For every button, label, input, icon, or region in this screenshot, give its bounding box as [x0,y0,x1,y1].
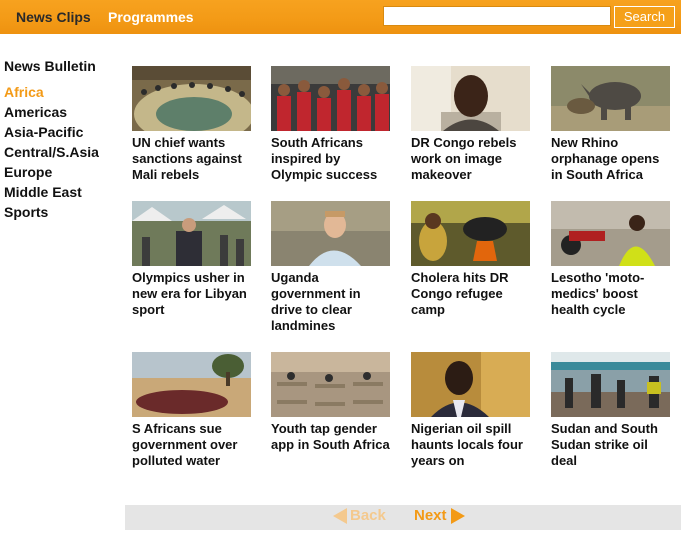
back-button[interactable]: Back [333,507,386,524]
clip-card[interactable]: Olympics usher in new era for Libyan spo… [132,201,254,318]
sidebar-heading: News Bulletin [4,58,96,74]
sidebar: News Bulletin Africa Americas Asia-Pacif… [4,58,99,222]
sidebar-item-europe[interactable]: Europe [4,162,99,182]
clip-card[interactable]: S Africans sue government over polluted … [132,352,254,469]
clip-title[interactable]: UN chief wants sanctions against Mali re… [132,135,254,183]
sidebar-item-central-s-asia[interactable]: Central/S.Asia [4,142,99,162]
clip-title[interactable]: South Africans inspired by Olympic succe… [271,135,393,183]
clip-title[interactable]: Cholera hits DR Congo refugee camp [411,270,533,318]
clip-thumbnail[interactable] [132,201,251,266]
clip-thumbnail[interactable] [551,352,670,417]
clip-thumbnail[interactable] [551,66,670,131]
clip-card[interactable]: Uganda government in drive to clear land… [271,201,393,334]
clip-card[interactable]: DR Congo rebels work on image makeover [411,66,533,183]
clip-title[interactable]: Youth tap gender app in South Africa [271,421,393,453]
back-label: Back [350,507,386,524]
arrow-left-icon [333,507,347,524]
clip-card[interactable]: New Rhino orphanage opens in South Afric… [551,66,673,183]
clip-card[interactable]: Sudan and South Sudan strike oil deal [551,352,673,469]
clip-thumbnail[interactable] [411,201,530,266]
sidebar-item-middle-east[interactable]: Middle East [4,182,99,202]
clip-title[interactable]: Nigerian oil spill haunts locals four ye… [411,421,533,469]
next-label: Next [414,507,447,524]
search-button[interactable]: Search [614,6,675,28]
clip-title[interactable]: Uganda government in drive to clear land… [271,270,393,334]
sidebar-item-americas[interactable]: Americas [4,102,99,122]
clip-thumbnail[interactable] [132,66,251,131]
next-button[interactable]: Next [414,507,465,524]
clip-title[interactable]: S Africans sue government over polluted … [132,421,254,469]
clip-title[interactable]: Olympics usher in new era for Libyan spo… [132,270,254,318]
clip-thumbnail[interactable] [411,66,530,131]
clip-title[interactable]: DR Congo rebels work on image makeover [411,135,533,183]
clip-thumbnail[interactable] [411,352,530,417]
clip-title[interactable]: Sudan and South Sudan strike oil deal [551,421,673,469]
arrow-right-icon [450,507,465,524]
search-input[interactable] [383,6,611,26]
clip-card[interactable]: UN chief wants sanctions against Mali re… [132,66,254,183]
clip-thumbnail[interactable] [271,352,390,417]
clip-title[interactable]: Lesotho 'moto-medics' boost health cycle [551,270,673,318]
clip-thumbnail[interactable] [271,66,390,131]
clip-thumbnail[interactable] [132,352,251,417]
tab-news-clips[interactable]: News Clips [16,9,91,25]
clip-thumbnail[interactable] [271,201,390,266]
sidebar-item-sports[interactable]: Sports [4,202,99,222]
sidebar-item-africa[interactable]: Africa [4,82,99,102]
clip-title[interactable]: New Rhino orphanage opens in South Afric… [551,135,673,183]
tab-programmes[interactable]: Programmes [108,9,194,25]
clip-card[interactable]: Youth tap gender app in South Africa [271,352,393,453]
sidebar-item-asia-pacific[interactable]: Asia-Pacific [4,122,99,142]
clip-card[interactable]: Lesotho 'moto-medics' boost health cycle [551,201,673,318]
clip-card[interactable]: South Africans inspired by Olympic succe… [271,66,393,183]
clip-thumbnail[interactable] [551,201,670,266]
pagination-bar: Back Next [125,505,681,530]
clip-card[interactable]: Nigerian oil spill haunts locals four ye… [411,352,533,469]
clip-card[interactable]: Cholera hits DR Congo refugee camp [411,201,533,318]
top-nav-bar: News Clips Programmes Search [0,0,681,34]
